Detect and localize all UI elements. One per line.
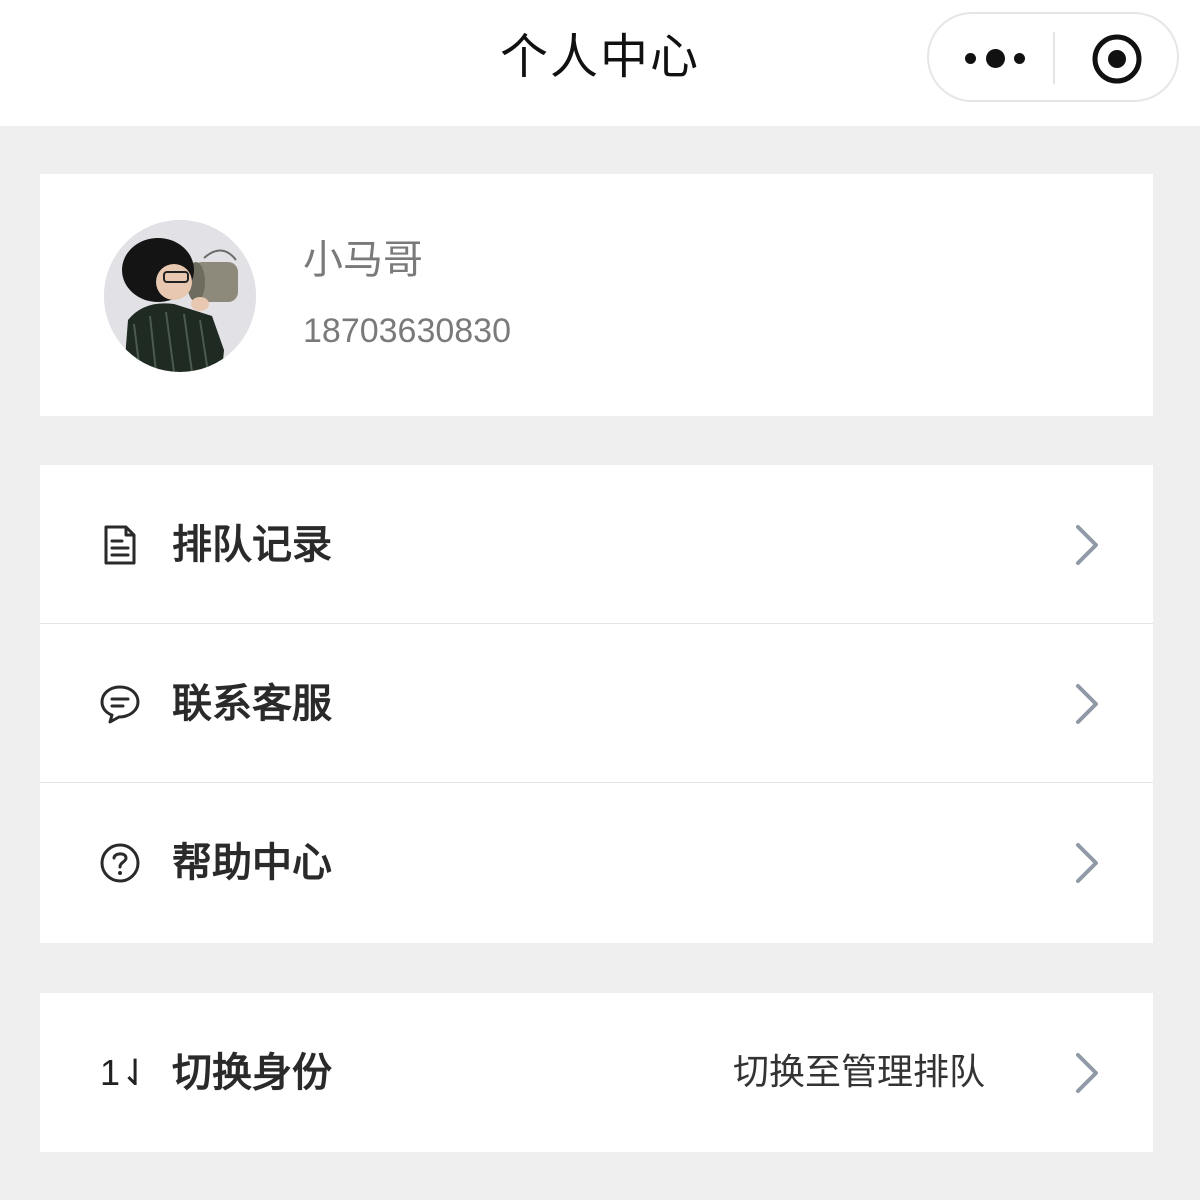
navigation-bar: 个人中心 xyxy=(0,0,1200,126)
user-name: 小马哥 xyxy=(303,237,423,283)
menu-item-help-center[interactable]: 帮助中心 xyxy=(40,783,1153,942)
profile-card[interactable]: 小马哥 18703630830 xyxy=(40,174,1153,416)
switch-identity-value: 切换至管理排队 xyxy=(732,1052,985,1093)
capsule-divider xyxy=(1053,32,1055,84)
document-icon xyxy=(104,525,136,565)
chevron-right-icon xyxy=(1076,843,1098,883)
menu-item-queue-records[interactable]: 排队记录 xyxy=(40,465,1153,624)
menu-item-label: 切换身份 xyxy=(172,1050,332,1096)
chevron-right-icon xyxy=(1076,1053,1098,1093)
menu-item-contact-support[interactable]: 联系客服 xyxy=(40,624,1153,783)
more-dots-icon[interactable] xyxy=(965,44,1025,72)
menu-list: 排队记录 联系客服 帮助中心 xyxy=(40,465,1153,943)
user-phone: 18703630830 xyxy=(303,312,512,350)
avatar[interactable] xyxy=(104,220,256,372)
miniprogram-capsule xyxy=(927,12,1179,102)
sort-switch-icon: 1⇃ xyxy=(100,1052,151,1093)
menu-item-label: 排队记录 xyxy=(172,522,332,568)
menu-item-switch-identity[interactable]: 1⇃ 切换身份 切换至管理排队 xyxy=(40,993,1153,1152)
menu-item-label: 帮助中心 xyxy=(172,840,332,886)
help-circle-icon xyxy=(100,843,140,883)
chevron-right-icon xyxy=(1076,684,1098,724)
chevron-right-icon xyxy=(1076,525,1098,565)
target-circle-icon[interactable] xyxy=(1091,33,1143,85)
switch-identity-card: 1⇃ 切换身份 切换至管理排队 xyxy=(40,993,1153,1152)
menu-item-label: 联系客服 xyxy=(172,681,332,727)
avatar-photo xyxy=(104,220,256,372)
chat-bubble-icon xyxy=(100,685,140,724)
